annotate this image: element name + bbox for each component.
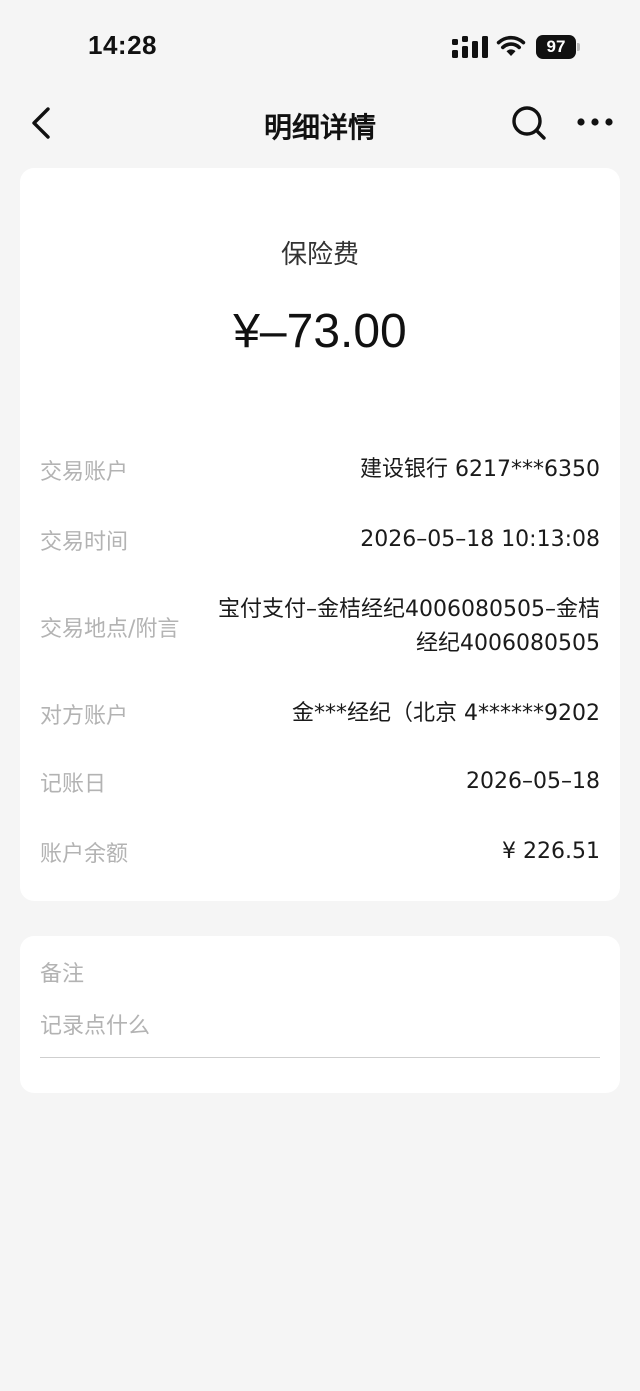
detail-label: 交易地点/附言	[40, 617, 180, 642]
detail-row-balance: 账户余额 ¥ 226.51	[40, 834, 600, 870]
detail-row-location: 交易地点/附言 宝付支付–金桔经纪4006080505–金桔经纪40060805…	[40, 588, 600, 666]
detail-row-time: 交易时间 2026–05–18 10:13:08	[40, 522, 600, 558]
detail-value: 2026–05–18	[466, 768, 600, 794]
detail-label: 交易时间	[40, 530, 129, 555]
signal-icon	[452, 36, 488, 58]
detail-value: ¥ 226.51	[502, 838, 600, 864]
wifi-icon	[496, 35, 526, 56]
detail-value: 建设银行 6217***6350	[360, 456, 600, 482]
status-time: 14:28	[88, 30, 157, 60]
detail-row-account: 交易账户 建设银行 6217***6350	[40, 452, 600, 488]
detail-value: 宝付支付–金桔经纪4006080505–金桔经纪4006080505	[218, 596, 600, 656]
transaction-amount: ¥–73.00	[233, 305, 407, 358]
battery-level: 97	[536, 35, 576, 59]
battery-cap	[577, 43, 580, 51]
detail-row-counterparty: 对方账户 金***经纪（北京 4******9202	[40, 696, 600, 732]
search-icon[interactable]	[510, 104, 548, 142]
memo-input[interactable]	[40, 1006, 600, 1058]
nav-bar: 明细详情	[0, 90, 640, 156]
detail-label: 交易账户	[40, 460, 129, 485]
detail-value: 金***经纪（北京 4******9202	[292, 700, 600, 726]
more-icon[interactable]	[576, 114, 614, 130]
detail-label: 记账日	[40, 772, 107, 797]
page: 14:28 97 明细详情 保险费 ¥–73.00 交易账户 建设银行 6217…	[0, 0, 640, 1391]
back-icon[interactable]	[28, 104, 54, 142]
memo-label: 备注	[40, 962, 85, 987]
status-bar: 14:28 97	[0, 0, 640, 90]
transaction-category: 保险费	[280, 240, 359, 270]
detail-value: 2026–05–18 10:13:08	[360, 526, 600, 552]
battery-icon: 97	[536, 35, 580, 59]
transaction-detail-card: 保险费 ¥–73.00 交易账户 建设银行 6217***6350 交易时间 2…	[20, 168, 620, 901]
detail-label: 账户余额	[40, 842, 129, 867]
detail-row-posting-date: 记账日 2026–05–18	[40, 764, 600, 800]
detail-label: 对方账户	[40, 704, 129, 729]
memo-card: 备注	[20, 936, 620, 1093]
